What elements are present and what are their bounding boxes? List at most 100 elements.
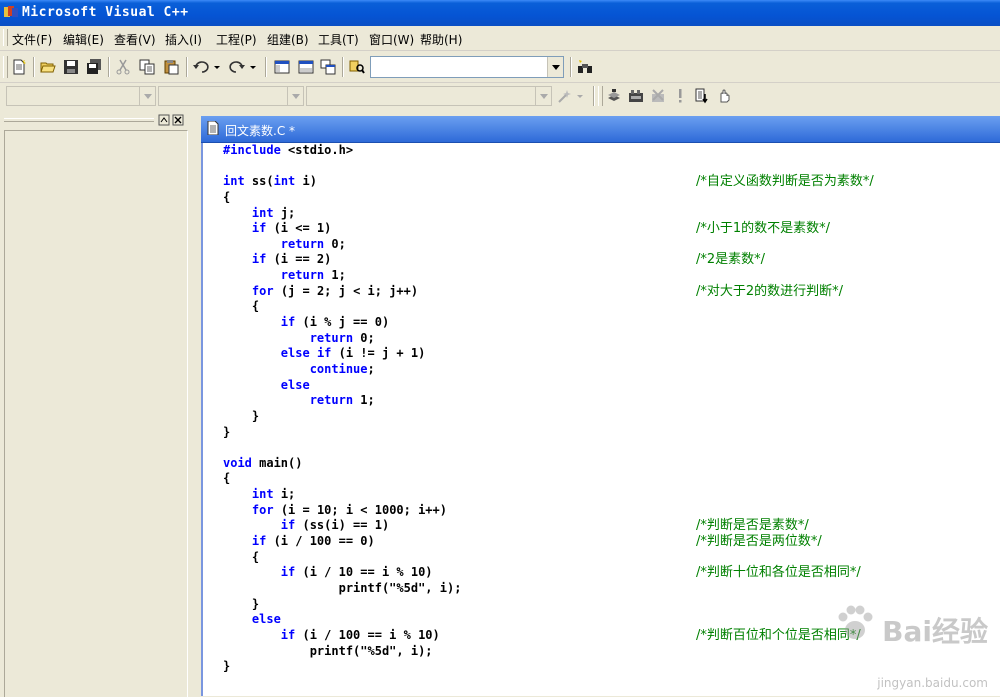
- toolbar-grip[interactable]: [3, 56, 8, 78]
- code-comment: /*判断是否是两位数*/: [696, 534, 822, 550]
- menu-view[interactable]: 查看(V): [114, 31, 156, 48]
- close-pane-icon[interactable]: [172, 114, 184, 126]
- toolbar-separator: [265, 57, 267, 77]
- function-combo[interactable]: [306, 86, 552, 106]
- toolbar-separator: [593, 86, 595, 106]
- find-combo-dropdown-button[interactable]: [547, 57, 563, 77]
- class-combo[interactable]: [6, 86, 156, 106]
- menu-project[interactable]: 工程(P): [216, 31, 257, 48]
- code-line[interactable]: {: [223, 190, 1000, 206]
- menu-window[interactable]: 窗口(W): [369, 31, 414, 48]
- execute-icon[interactable]: [670, 86, 690, 106]
- code-text: else: [280, 377, 310, 392]
- copy-icon[interactable]: [137, 57, 157, 77]
- code-line[interactable]: if (i / 10 == i % 10) /*判断十位和各位是否相同*/: [223, 565, 1000, 581]
- menu-insert[interactable]: 插入(I): [165, 31, 202, 48]
- insert-breakpoint-icon[interactable]: [714, 86, 734, 106]
- code-text: return 0;: [309, 330, 375, 345]
- editor-window: 回文素数.C * #include <stdio.h> int ss(int i)…: [195, 110, 1000, 696]
- code-line[interactable]: }: [223, 409, 1000, 425]
- code-line[interactable]: void main(): [223, 456, 1000, 472]
- redo-icon[interactable]: [227, 57, 259, 77]
- workspace-window-icon[interactable]: [272, 57, 292, 77]
- compile-icon[interactable]: [604, 86, 624, 106]
- paste-icon[interactable]: [161, 57, 181, 77]
- wizard-action-icon[interactable]: [556, 86, 586, 106]
- code-line[interactable]: if (i % j == 0): [223, 315, 1000, 331]
- code-comment: /*自定义函数判断是否为素数*/: [696, 174, 874, 190]
- code-text: {: [223, 299, 260, 314]
- code-line[interactable]: for (i = 10; i < 1000; i++): [223, 503, 1000, 519]
- document-title-bar[interactable]: 回文素数.C *: [201, 116, 1000, 143]
- save-all-icon[interactable]: [84, 57, 104, 77]
- standard-toolbar: [0, 51, 1000, 83]
- code-comment: /*2是素数*/: [696, 252, 766, 268]
- code-line[interactable]: [223, 159, 1000, 175]
- code-line[interactable]: }: [223, 425, 1000, 441]
- code-text: if (ss(i) == 1): [280, 518, 390, 533]
- menu-bar: 文件(F) 编辑(E) 查看(V) 插入(I) 工程(P) 组建(B) 工具(T…: [0, 26, 1000, 51]
- go-debug-icon[interactable]: [692, 86, 712, 106]
- code-line[interactable]: return 0;: [223, 237, 1000, 253]
- member-combo-dropdown-button[interactable]: [287, 87, 303, 105]
- code-line[interactable]: {: [223, 299, 1000, 315]
- new-text-file-icon[interactable]: [9, 57, 29, 77]
- code-line[interactable]: int j;: [223, 206, 1000, 222]
- code-line[interactable]: int i;: [223, 487, 1000, 503]
- stop-build-icon[interactable]: [648, 86, 668, 106]
- code-line[interactable]: for (j = 2; j < i; j++) /*对大于2的数进行判断*/: [223, 284, 1000, 300]
- menubar-grip[interactable]: [3, 29, 8, 46]
- maximize-pane-icon[interactable]: [158, 114, 170, 126]
- code-text: }: [223, 408, 260, 423]
- code-line[interactable]: else: [223, 378, 1000, 394]
- menu-build[interactable]: 组建(B): [267, 31, 309, 48]
- code-line[interactable]: return 0;: [223, 331, 1000, 347]
- window-list-icon[interactable]: [318, 57, 338, 77]
- class-combo-dropdown-button[interactable]: [139, 87, 155, 105]
- toolbar-grip[interactable]: [598, 86, 603, 106]
- find-combo[interactable]: [370, 56, 564, 78]
- menu-tools[interactable]: 工具(T): [318, 31, 359, 48]
- menu-edit[interactable]: 编辑(E): [63, 31, 104, 48]
- code-line[interactable]: else if (i != j + 1): [223, 346, 1000, 362]
- watermark-text: Bai经验: [882, 615, 988, 648]
- code-text: if (i / 100 == i % 10): [280, 627, 440, 642]
- code-line[interactable]: return 1;: [223, 393, 1000, 409]
- code-comment: /*小于1的数不是素数*/: [696, 221, 831, 237]
- output-window-icon[interactable]: [296, 57, 316, 77]
- code-line[interactable]: if (ss(i) == 1) /*判断是否是素数*/: [223, 518, 1000, 534]
- code-line[interactable]: {: [223, 471, 1000, 487]
- chevron-down-icon: [143, 93, 152, 99]
- code-text: void main(): [223, 455, 303, 470]
- code-text: return 0;: [280, 236, 346, 251]
- code-line[interactable]: return 1;: [223, 268, 1000, 284]
- code-line[interactable]: continue;: [223, 362, 1000, 378]
- code-line[interactable]: #include <stdio.h>: [223, 143, 1000, 159]
- find-binoculars-icon[interactable]: [575, 57, 595, 77]
- menu-file[interactable]: 文件(F): [12, 31, 52, 48]
- toolbar-separator: [342, 57, 344, 77]
- menu-help[interactable]: 帮助(H): [420, 31, 462, 48]
- open-folder-icon[interactable]: [38, 57, 58, 77]
- code-line[interactable]: if (i == 2) /*2是素数*/: [223, 252, 1000, 268]
- code-line[interactable]: if (i <= 1) /*小于1的数不是素数*/: [223, 221, 1000, 237]
- toolbar-separator: [570, 57, 572, 77]
- find-in-files-icon[interactable]: [347, 57, 367, 77]
- code-line[interactable]: {: [223, 550, 1000, 566]
- code-line[interactable]: [223, 440, 1000, 456]
- save-icon[interactable]: [61, 57, 81, 77]
- build-icon[interactable]: [626, 86, 646, 106]
- code-line[interactable]: if (i / 100 == 0) /*判断是否是两位数*/: [223, 534, 1000, 550]
- undo-icon[interactable]: [191, 57, 223, 77]
- function-combo-dropdown-button[interactable]: [535, 87, 551, 105]
- cut-icon[interactable]: [113, 57, 133, 77]
- code-text: {: [223, 549, 260, 564]
- member-combo[interactable]: [158, 86, 304, 106]
- code-line[interactable]: int ss(int i) /*自定义函数判断是否为素数*/: [223, 174, 1000, 190]
- workspace-tree[interactable]: [4, 130, 188, 697]
- toolbar-separator: [33, 57, 35, 77]
- code-text: printf("%5d", i);: [223, 580, 462, 595]
- code-text: int i;: [251, 487, 296, 502]
- workspace-grip[interactable]: [4, 118, 154, 122]
- workspace-pane: [0, 110, 188, 697]
